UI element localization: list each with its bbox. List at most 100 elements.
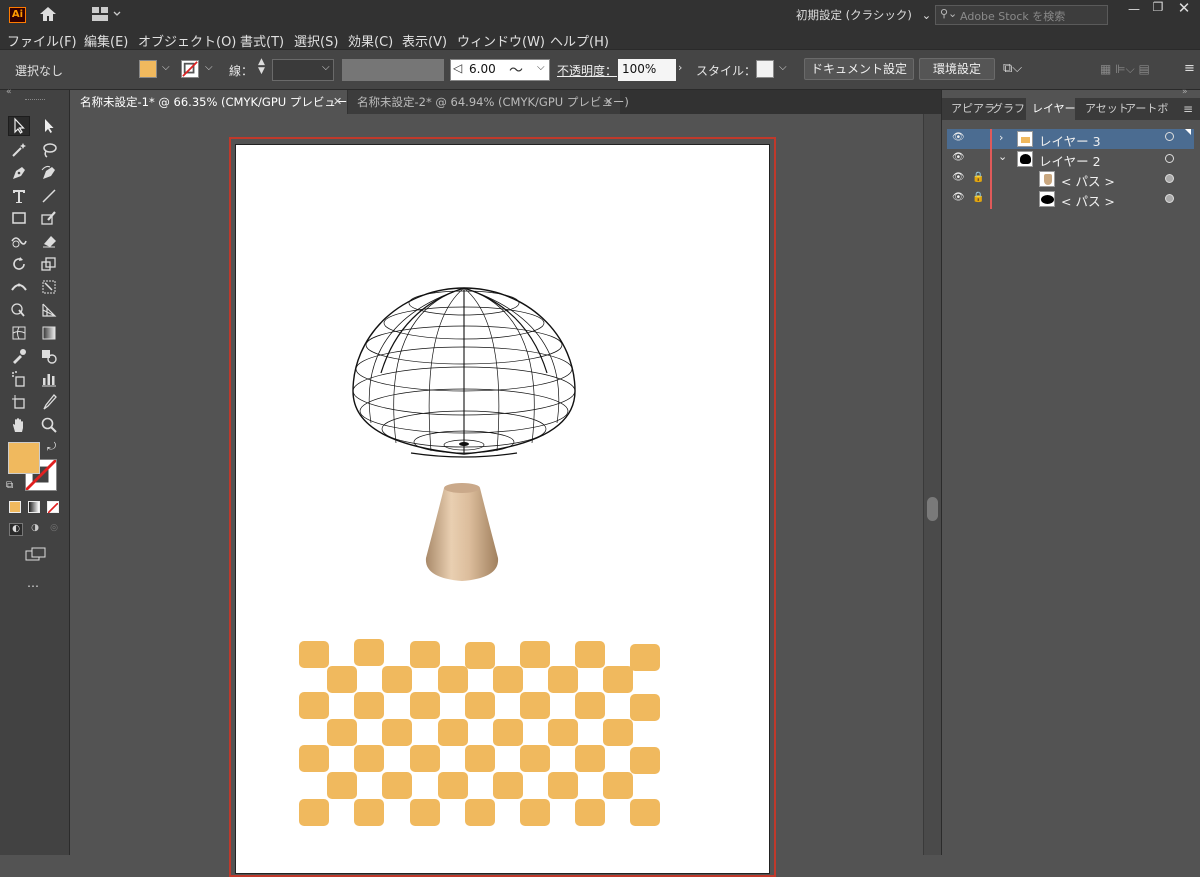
minimize-button[interactable]: —	[1124, 2, 1144, 16]
color-mode-icon[interactable]	[9, 501, 21, 513]
close-icon[interactable]: ✕	[333, 90, 342, 114]
pen-tool-icon[interactable]	[8, 163, 30, 183]
arrange-documents-icon[interactable]	[92, 7, 122, 21]
menu-view[interactable]: 表示(V)	[402, 31, 447, 50]
mesh-tool-icon[interactable]	[8, 323, 30, 343]
close-icon[interactable]: ✕	[604, 90, 613, 114]
curvature-tool-icon[interactable]	[38, 163, 60, 183]
draw-inside-icon[interactable]: ◎	[47, 523, 61, 536]
tab-appearance[interactable]: アピアラ	[951, 98, 995, 120]
stroke-dropdown-icon[interactable]: ⌵	[205, 62, 213, 73]
fill-color-box[interactable]	[8, 442, 40, 474]
tab-layers[interactable]: レイヤー	[1026, 98, 1076, 120]
menu-object[interactable]: オブジェクト(O)	[138, 31, 236, 50]
stroke-stepper-icon[interactable]: ▲ ▼	[258, 58, 265, 76]
none-mode-icon[interactable]	[47, 501, 59, 514]
zoom-tool-icon[interactable]	[38, 415, 60, 435]
fill-dropdown-icon[interactable]: ⌵	[162, 62, 170, 73]
lasso-tool-icon[interactable]	[38, 140, 60, 160]
tab-assets[interactable]: アセット	[1085, 98, 1129, 120]
draw-behind-icon[interactable]: ◑	[28, 523, 42, 536]
graphic-style-swatch[interactable]	[756, 60, 774, 78]
target-circle-icon[interactable]	[1165, 194, 1174, 203]
stock-search[interactable]: ⚲⌄ Adobe Stock を検索	[935, 5, 1108, 25]
swap-fill-stroke-icon[interactable]: ⤾	[47, 440, 56, 454]
rotate-tool-icon[interactable]	[8, 254, 30, 274]
target-circle-icon[interactable]	[1165, 174, 1174, 183]
selection-tool-icon[interactable]	[8, 116, 30, 136]
lock-icon[interactable]: 🔒	[972, 172, 984, 183]
align-icons[interactable]: ▦ ⊫⌵ ▤	[1100, 62, 1150, 77]
perspective-grid-tool-icon[interactable]	[38, 300, 60, 320]
scale-tool-icon[interactable]	[38, 254, 60, 274]
opacity-arrow-icon[interactable]: ›	[678, 61, 682, 74]
line-segment-tool-icon[interactable]	[38, 186, 60, 206]
path-name[interactable]: < パス >	[1061, 191, 1115, 210]
quick-actions-icon[interactable]: ⧉⌵	[1003, 61, 1022, 76]
stroke-swatch[interactable]	[181, 60, 199, 78]
layer-row[interactable]: 👁 🔒 < パス >	[947, 189, 1194, 209]
blend-tool-icon[interactable]	[38, 346, 60, 366]
wireframe-dome-object[interactable]	[351, 283, 577, 459]
chevron-down-icon[interactable]: ⌄	[998, 150, 1007, 163]
vertical-scrollbar[interactable]	[923, 114, 941, 855]
magic-wand-tool-icon[interactable]	[8, 140, 30, 160]
maximize-button[interactable]: ❐	[1148, 0, 1168, 16]
draw-normal-icon[interactable]: ◐	[9, 523, 23, 536]
slice-tool-icon[interactable]	[38, 392, 60, 412]
rectangle-tool-icon[interactable]	[8, 208, 30, 228]
close-button[interactable]: ✕	[1173, 0, 1195, 17]
brush-definition[interactable]: ◁ 6.00 〜 ⌵	[450, 59, 550, 81]
shaper-tool-icon[interactable]	[8, 231, 30, 251]
layer-name[interactable]: レイヤー 3	[1039, 131, 1101, 150]
tab-document-2[interactable]: 名称未設定-2* @ 64.94% (CMYK/GPU プレビュー) ✕	[348, 90, 629, 114]
opacity-input[interactable]: 100%	[618, 59, 676, 81]
workspace-switcher[interactable]: 初期設定 (クラシック) ⌄	[796, 7, 931, 23]
brush-dropdown-icon[interactable]: ⌵	[537, 62, 545, 73]
symbol-sprayer-tool-icon[interactable]	[8, 369, 30, 389]
tab-artboards[interactable]: アートボ	[1125, 98, 1168, 120]
panel-menu-icon[interactable]: ≡	[1184, 61, 1195, 76]
lock-icon[interactable]: 🔒	[972, 192, 984, 203]
style-dropdown-icon[interactable]: ⌵	[779, 62, 787, 73]
layer-row[interactable]: 👁 ⌄ レイヤー 2	[947, 149, 1194, 169]
width-tool-icon[interactable]	[8, 277, 30, 297]
tab-document-1[interactable]: 名称未設定-1* @ 66.35% (CMYK/GPU プレビュー) ✕	[71, 90, 352, 114]
visibility-eye-icon[interactable]: 👁	[952, 132, 965, 143]
expand-chevron-icon[interactable]: ›	[999, 131, 1003, 144]
layer-row[interactable]: 👁 › レイヤー 3	[947, 129, 1194, 149]
scrollbar-thumb[interactable]	[927, 497, 938, 521]
layer-name[interactable]: レイヤー 2	[1039, 151, 1101, 170]
fill-swatch[interactable]	[139, 60, 157, 78]
layer-row[interactable]: 👁 🔒 < パス >	[947, 169, 1194, 189]
shape-builder-tool-icon[interactable]	[8, 300, 30, 320]
visibility-eye-icon[interactable]: 👁	[952, 152, 965, 163]
menu-window[interactable]: ウィンドウ(W)	[457, 31, 545, 50]
home-icon[interactable]	[38, 5, 58, 23]
default-fill-stroke-icon[interactable]: ⧉	[6, 480, 13, 491]
preferences-button[interactable]: 環境設定	[919, 58, 995, 80]
path-name[interactable]: < パス >	[1061, 171, 1115, 190]
edit-toolbar-icon[interactable]: …	[27, 576, 39, 590]
target-circle-icon[interactable]	[1165, 154, 1174, 163]
stroke-weight-dropdown-icon[interactable]: ⌵	[322, 62, 330, 73]
checker-pattern-object[interactable]	[299, 639, 664, 834]
visibility-eye-icon[interactable]: 👁	[952, 192, 965, 203]
free-transform-tool-icon[interactable]	[38, 277, 60, 297]
artboard-tool-icon[interactable]	[8, 392, 30, 412]
menu-effect[interactable]: 効果(C)	[348, 31, 393, 50]
direct-selection-tool-icon[interactable]	[38, 116, 60, 136]
column-graph-tool-icon[interactable]	[38, 369, 60, 389]
menu-edit[interactable]: 編集(E)	[84, 31, 128, 50]
canvas-area[interactable]	[71, 114, 923, 877]
collapse-panel-icon[interactable]: «	[6, 87, 12, 97]
eyedropper-tool-icon[interactable]	[8, 346, 30, 366]
document-setup-button[interactable]: ドキュメント設定	[804, 58, 914, 80]
paintbrush-tool-icon[interactable]	[38, 208, 60, 228]
target-circle-icon[interactable]	[1165, 132, 1174, 141]
screen-mode-icon[interactable]	[25, 547, 47, 561]
gradient-tool-icon[interactable]	[38, 323, 60, 343]
visibility-eye-icon[interactable]: 👁	[952, 172, 965, 183]
eraser-tool-icon[interactable]	[38, 231, 60, 251]
hand-tool-icon[interactable]	[8, 415, 30, 435]
